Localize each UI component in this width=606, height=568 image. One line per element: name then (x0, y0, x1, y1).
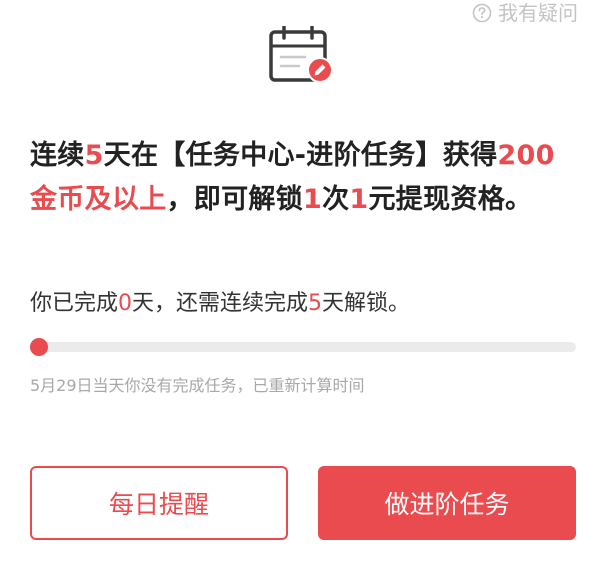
progress-bar (30, 338, 576, 356)
headline-part2: 天在【任务中心-进阶任务】获得 (103, 140, 498, 171)
status-required-days: 5 (308, 291, 323, 316)
question-circle-icon (472, 3, 492, 23)
help-link[interactable]: 我有疑问 (472, 0, 578, 26)
status-suffix: 天解锁。 (322, 291, 411, 316)
status-prefix: 你已完成 (30, 291, 119, 316)
reset-notice: 5月29日当天你没有完成任务，已重新计算时间 (30, 376, 365, 395)
progress-indicator (30, 338, 48, 356)
progress-status-text: 你已完成0天，还需连续完成5天解锁。 (30, 286, 410, 322)
headline-times: 1 (303, 184, 323, 215)
status-middle: 天，还需连续完成 (132, 291, 309, 316)
status-done-days: 0 (118, 291, 133, 316)
headline-days: 5 (84, 140, 104, 171)
headline-part5: 元提现资格。 (368, 184, 533, 215)
progress-track (34, 342, 576, 352)
help-label: 我有疑问 (498, 1, 578, 25)
headline-part4: 次 (322, 184, 350, 215)
headline-amount: 1 (349, 184, 369, 215)
daily-reminder-button[interactable]: 每日提醒 (30, 466, 288, 540)
unlock-requirement-text: 连续5天在【任务中心-进阶任务】获得200金币及以上，即可解锁1次1元提现资格。 (30, 134, 578, 222)
headline-part1: 连续 (30, 140, 85, 171)
calendar-edit-icon (268, 25, 336, 86)
unlock-withdraw-panel: 我有疑问 连续5天在【任务中心-进阶任务】获得200金币及以上，即可解锁1次1元… (0, 0, 606, 568)
advanced-task-button[interactable]: 做进阶任务 (318, 466, 576, 540)
headline-part3: ，即可解锁 (166, 184, 303, 215)
